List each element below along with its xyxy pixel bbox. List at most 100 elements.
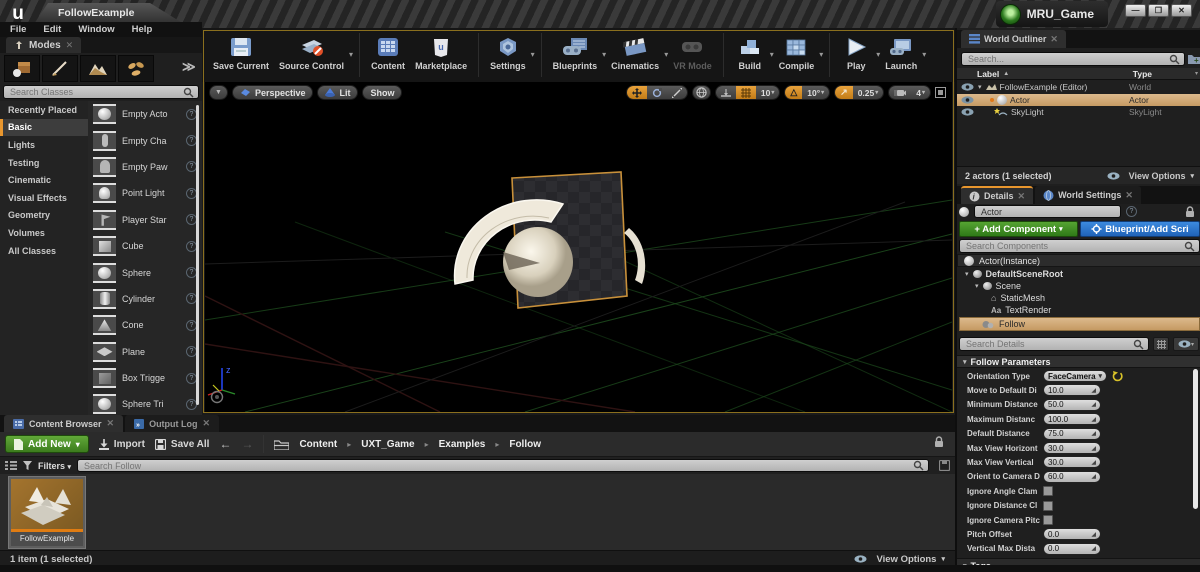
- show-flags-button[interactable]: Show: [362, 85, 402, 100]
- list-item[interactable]: Point Light?: [88, 180, 202, 206]
- column-options-icon[interactable]: ▾: [1195, 70, 1198, 77]
- list-item[interactable]: Sphere?: [88, 259, 202, 285]
- expand-arrow-icon[interactable]: ▾: [978, 83, 982, 91]
- actor-name-input[interactable]: [979, 206, 1116, 218]
- search-details-box[interactable]: [959, 337, 1149, 351]
- maximize-viewport-icon[interactable]: [935, 87, 946, 98]
- breadcrumb-follow[interactable]: Follow: [509, 439, 541, 450]
- mode-paint-button[interactable]: [42, 55, 78, 82]
- number-input[interactable]: 100.0◢: [1043, 413, 1101, 425]
- menu-file[interactable]: File: [10, 24, 26, 35]
- list-item[interactable]: Box Trigge?: [88, 365, 202, 391]
- column-type[interactable]: Type: [1133, 69, 1152, 79]
- number-input[interactable]: 10.0◢: [1043, 384, 1101, 396]
- content-button[interactable]: Content: [366, 32, 410, 73]
- compile-dropdown-icon[interactable]: ▾: [819, 50, 823, 59]
- outliner-search-input[interactable]: [966, 53, 1169, 65]
- checkbox[interactable]: [1043, 515, 1053, 525]
- property-matrix-button[interactable]: [1153, 337, 1169, 351]
- component-textrender[interactable]: Aa TextRender: [991, 305, 1051, 315]
- content-search-input[interactable]: [82, 460, 913, 472]
- expand-arrow-icon[interactable]: ▾: [975, 282, 979, 290]
- level-tab[interactable]: FollowExample: [34, 3, 184, 24]
- component-scene[interactable]: ▾ Scene: [975, 281, 1021, 291]
- build-button[interactable]: Build: [730, 32, 770, 73]
- scale-snap-button[interactable]: ↗: [835, 86, 853, 99]
- category-geometry[interactable]: Geometry: [0, 207, 88, 225]
- rotation-snap-value[interactable]: 10°▾: [802, 86, 829, 99]
- category-lights[interactable]: Lights: [0, 136, 88, 154]
- details-view-options-button[interactable]: ▾: [1173, 337, 1199, 351]
- minimize-button[interactable]: —: [1125, 4, 1146, 17]
- lock-icon[interactable]: [1184, 206, 1196, 218]
- outliner-view-options-button[interactable]: View Options▾: [1103, 171, 1194, 181]
- close-icon[interactable]: ✕: [66, 40, 74, 51]
- source-control-dropdown-icon[interactable]: ▾: [349, 50, 353, 59]
- search-components-input[interactable]: [964, 240, 1184, 252]
- close-icon[interactable]: ✕: [1018, 191, 1026, 202]
- follow-parameters-section[interactable]: ▾ Follow Parameters: [957, 355, 1200, 368]
- modes-expand-chevron-icon[interactable]: ≫: [182, 59, 196, 75]
- camera-speed-button[interactable]: [889, 86, 911, 99]
- list-item[interactable]: Sphere Tri?: [88, 391, 202, 415]
- tab-details[interactable]: i Details ✕: [961, 186, 1033, 204]
- surface-snap-button[interactable]: [716, 86, 736, 99]
- close-icon[interactable]: ✕: [107, 418, 115, 429]
- content-view-options-button[interactable]: View Options▾: [850, 554, 945, 565]
- blueprint-add-script-button[interactable]: Blueprint/Add Scri: [1080, 221, 1200, 237]
- category-volumes[interactable]: Volumes: [0, 224, 88, 242]
- visibility-eye-icon[interactable]: [961, 96, 974, 104]
- new-folder-icon[interactable]: +: [1188, 53, 1200, 64]
- search-classes-box[interactable]: [3, 85, 199, 99]
- save-all-button[interactable]: Save All: [155, 439, 210, 450]
- menu-window[interactable]: Window: [78, 24, 114, 35]
- number-input[interactable]: 60.0◢: [1043, 471, 1101, 483]
- mode-place-button[interactable]: [4, 55, 40, 82]
- search-details-input[interactable]: [964, 338, 1133, 350]
- grid-snap-button[interactable]: [736, 86, 756, 99]
- forward-arrow-icon[interactable]: →: [241, 437, 253, 451]
- column-label[interactable]: Label: [977, 69, 999, 79]
- modes-tab[interactable]: Modes ✕: [6, 37, 81, 53]
- category-testing[interactable]: Testing: [0, 154, 88, 172]
- play-button[interactable]: Play: [836, 32, 876, 73]
- world-space-button[interactable]: [692, 85, 711, 100]
- number-input[interactable]: 50.0◢: [1043, 399, 1101, 411]
- view-mode-button[interactable]: Lit: [317, 85, 358, 100]
- camera-speed-value[interactable]: 4▾: [911, 86, 930, 99]
- marketplace-button[interactable]: u Marketplace: [410, 32, 472, 73]
- compile-button[interactable]: Compile: [774, 32, 820, 73]
- items-scrollbar[interactable]: [196, 105, 199, 405]
- category-cinematic[interactable]: Cinematic: [0, 171, 88, 189]
- search-components-box[interactable]: [959, 239, 1200, 253]
- expand-arrow-icon[interactable]: ▾: [965, 270, 969, 278]
- visibility-eye-icon[interactable]: [961, 108, 974, 116]
- orientation-type-dropdown[interactable]: FaceCamera▾: [1043, 370, 1107, 382]
- source-control-button[interactable]: Source Control: [274, 32, 349, 73]
- back-arrow-icon[interactable]: ←: [219, 437, 231, 451]
- breadcrumb-uxt-game[interactable]: UXT_Game: [361, 439, 414, 450]
- number-input[interactable]: 0.0◢: [1043, 528, 1101, 540]
- tab-content-browser[interactable]: Content Browser ✕: [4, 415, 123, 432]
- list-item[interactable]: Cylinder?: [88, 286, 202, 312]
- import-button[interactable]: Import: [99, 439, 145, 450]
- save-current-button[interactable]: Save Current: [208, 32, 274, 73]
- number-input[interactable]: 0.0◢: [1043, 543, 1101, 555]
- outliner-row-world[interactable]: ▾ FollowExample (Editor) World: [957, 81, 1200, 94]
- filters-button[interactable]: Filters ▾: [38, 461, 71, 471]
- close-icon[interactable]: ✕: [1125, 190, 1133, 201]
- category-basic[interactable]: Basic: [0, 119, 88, 137]
- blueprints-button[interactable]: Blueprints: [548, 32, 603, 73]
- level-viewport[interactable]: z ▼ Perspective Lit Show: [205, 82, 952, 412]
- actor-instance-row[interactable]: Actor(Instance): [957, 254, 1200, 267]
- list-item[interactable]: Empty Paw?: [88, 154, 202, 180]
- tab-world-outliner[interactable]: World Outliner ✕: [961, 30, 1066, 48]
- add-new-button[interactable]: Add New▾: [5, 435, 89, 453]
- list-item[interactable]: Player Star?: [88, 207, 202, 233]
- checkbox[interactable]: [1043, 486, 1053, 496]
- menu-help[interactable]: Help: [132, 24, 153, 35]
- search-classes-input[interactable]: [8, 86, 183, 98]
- translate-tool-button[interactable]: [627, 86, 647, 99]
- grid-snap-value[interactable]: 10▾: [756, 86, 779, 99]
- tab-world-settings[interactable]: World Settings ✕: [1035, 186, 1141, 204]
